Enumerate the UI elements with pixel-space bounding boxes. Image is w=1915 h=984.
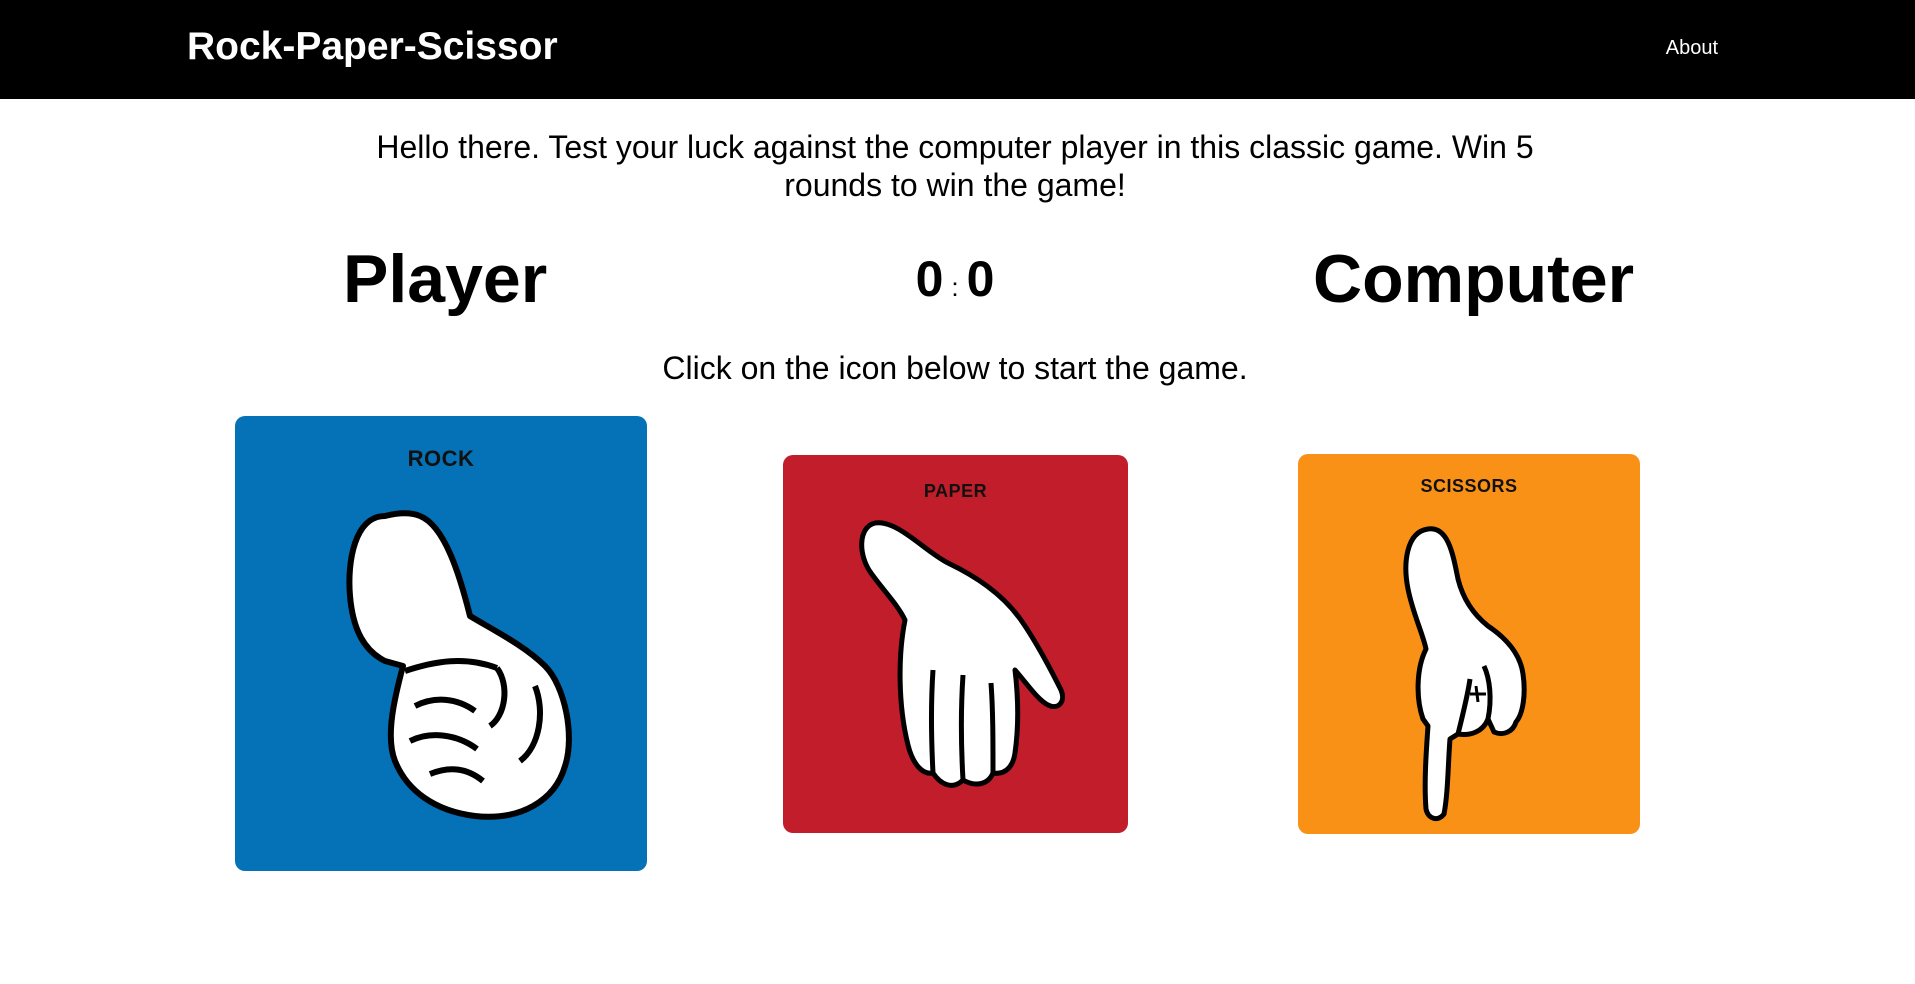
player-label: Player (343, 241, 548, 317)
paper-title: PAPER (923, 481, 988, 501)
rock-choice-button[interactable]: ROCK (235, 416, 647, 871)
player-score: 0 (915, 251, 944, 307)
brand-title[interactable]: Rock-Paper-Scissor (187, 25, 558, 69)
navbar: Rock-Paper-Scissor About (0, 0, 1915, 99)
two-finger-icon (1403, 526, 1527, 822)
scissors-choice-button[interactable]: SCISSORS (1298, 454, 1640, 834)
scoreboard: 0:0 (870, 250, 1040, 308)
score-separator: : (951, 272, 959, 302)
computer-score: 0 (966, 251, 995, 307)
about-link[interactable]: About (1666, 37, 1718, 60)
instruction-text: Click on the icon below to start the gam… (662, 350, 1248, 386)
scissors-title: SCISSORS (1420, 476, 1518, 496)
computer-label: Computer (1313, 241, 1635, 317)
open-hand-icon (859, 520, 1065, 788)
rock-title: ROCK (407, 446, 475, 471)
intro-text: Hello there. Test your luck against the … (376, 129, 1534, 203)
fist-icon (346, 510, 572, 820)
paper-choice-button[interactable]: PAPER (783, 455, 1128, 833)
